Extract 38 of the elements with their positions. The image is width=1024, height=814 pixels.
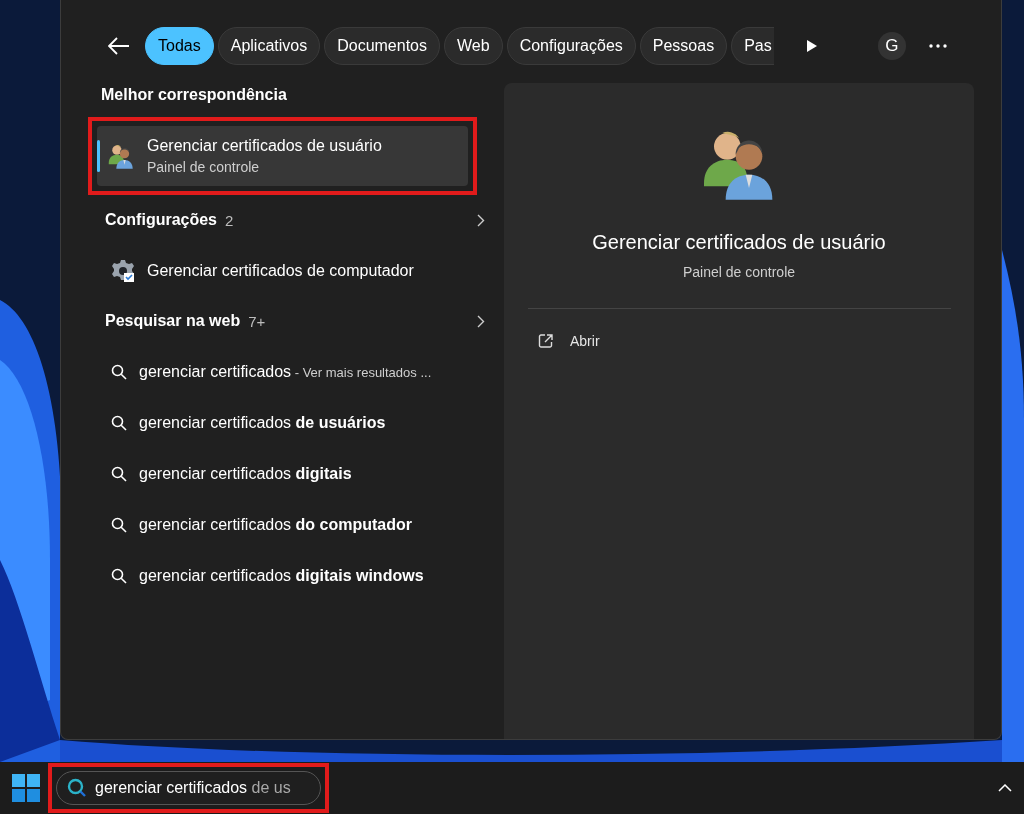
result-count: 7+ <box>248 312 266 330</box>
web-result[interactable]: gerenciar certificados do computador <box>101 499 495 550</box>
web-result[interactable]: gerenciar certificados de usuários <box>101 397 495 448</box>
search-icon <box>111 363 127 380</box>
search-icon <box>111 567 127 584</box>
gear-icon <box>111 258 135 283</box>
search-icon <box>67 778 87 798</box>
filter-tab[interactable]: Configurações <box>506 27 636 65</box>
filter-tab[interactable]: Documentos <box>324 27 440 65</box>
preview-title: Gerenciar certificados de usuário <box>592 231 886 254</box>
filter-tab[interactable]: Pessoas <box>639 27 728 65</box>
filter-tab[interactable]: Todas <box>145 27 214 65</box>
users-icon <box>107 142 135 170</box>
section-heading: Melhor correspondência <box>101 85 288 105</box>
web-result[interactable]: gerenciar certificados - Ver mais resultados ... <box>101 346 495 397</box>
back-arrow-icon <box>108 37 130 55</box>
search-field[interactable]: gerenciar certificados de us <box>56 771 321 805</box>
search-icon <box>111 414 127 431</box>
section-heading: Pesquisar na web <box>105 312 241 330</box>
search-icon <box>111 465 127 482</box>
settings-result[interactable]: Gerenciar certificados de computador <box>101 245 495 296</box>
filter-tab[interactable]: Web <box>444 27 503 65</box>
section-heading: Configurações <box>105 211 217 229</box>
best-match-result[interactable]: Gerenciar certificados de usuário Painel de controle <box>97 126 468 186</box>
play-icon <box>805 39 818 53</box>
preview-subtitle: Painel de controle <box>682 264 796 280</box>
result-count: 2 <box>225 211 234 229</box>
filter-tab[interactable]: Aplicativos <box>217 27 321 65</box>
chevron-right-icon[interactable] <box>477 213 485 227</box>
web-result[interactable]: gerenciar certificados digitais <box>101 448 495 499</box>
external-link-icon <box>538 333 554 349</box>
open-action[interactable]: Abrir <box>536 329 602 353</box>
more-icon <box>928 44 947 48</box>
search-icon <box>111 516 127 533</box>
web-result[interactable]: gerenciar certificados digitais windows <box>101 550 495 601</box>
account-avatar[interactable]: G <box>877 32 906 60</box>
chevron-right-icon[interactable] <box>477 314 485 328</box>
filter-tab[interactable]: Pas <box>731 27 774 65</box>
